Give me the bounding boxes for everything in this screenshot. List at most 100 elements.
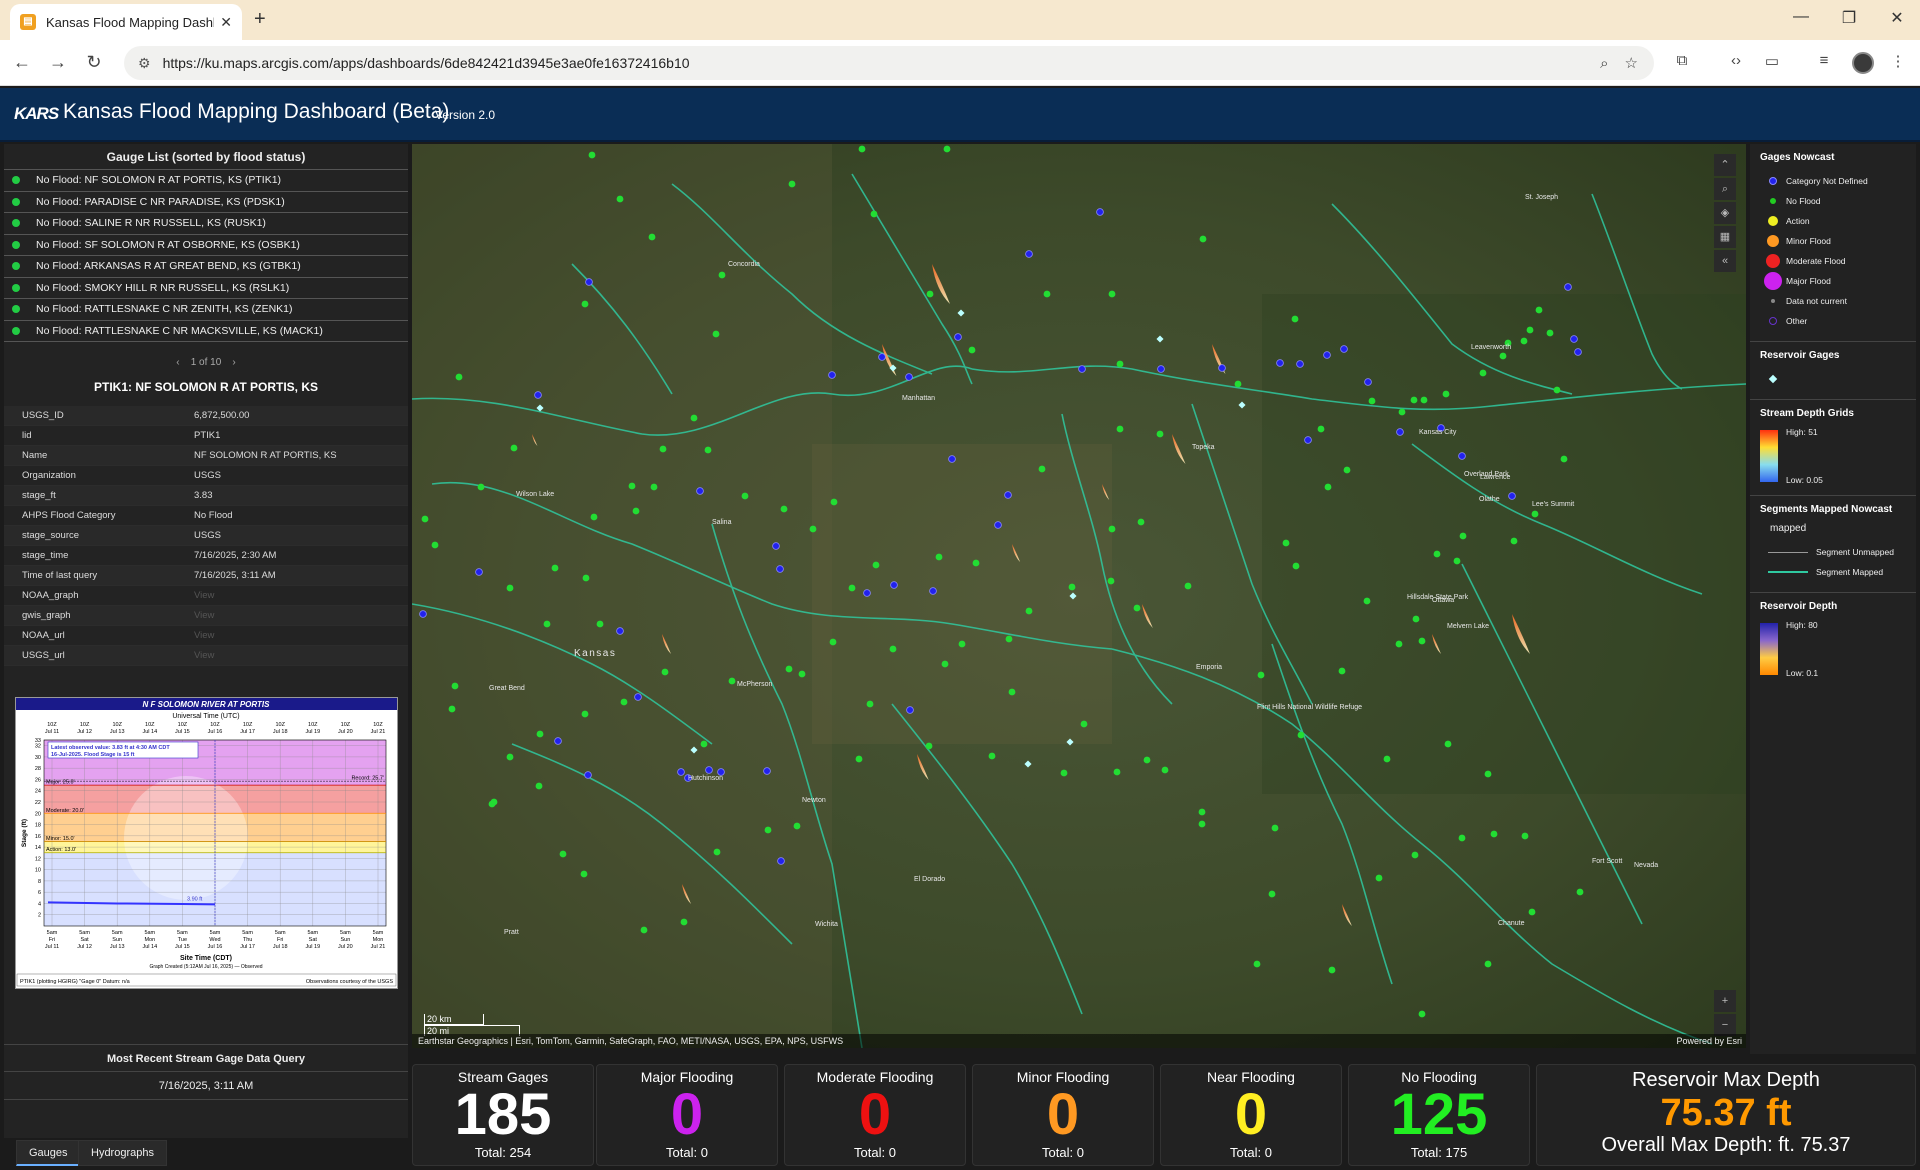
gage-no-flood[interactable] bbox=[1442, 390, 1450, 398]
gage-category-not-defined[interactable] bbox=[554, 737, 562, 745]
gage-no-flood[interactable] bbox=[1510, 537, 1518, 545]
gage-no-flood[interactable] bbox=[1107, 577, 1115, 585]
gage-no-flood[interactable] bbox=[968, 346, 976, 354]
gage-no-flood[interactable] bbox=[1343, 466, 1351, 474]
gage-no-flood[interactable] bbox=[1363, 597, 1371, 605]
gage-no-flood[interactable] bbox=[866, 700, 874, 708]
gage-no-flood[interactable] bbox=[1420, 396, 1428, 404]
gage-no-flood[interactable] bbox=[581, 710, 589, 718]
gage-category-not-defined[interactable] bbox=[616, 627, 624, 635]
expand-left-icon[interactable]: « bbox=[1714, 250, 1736, 272]
gage-no-flood[interactable] bbox=[1520, 337, 1528, 345]
browser-tab[interactable]: ▤ Kansas Flood Mapping Dashbo ✕ bbox=[10, 4, 242, 40]
gage-category-not-defined[interactable] bbox=[954, 333, 962, 341]
gage-category-not-defined[interactable] bbox=[1458, 452, 1466, 460]
gage-no-flood[interactable] bbox=[640, 926, 648, 934]
gage-category-not-defined[interactable] bbox=[1296, 360, 1304, 368]
gage-no-flood[interactable] bbox=[1292, 562, 1300, 570]
gage-no-flood[interactable] bbox=[1161, 766, 1169, 774]
gage-no-flood[interactable] bbox=[809, 525, 817, 533]
gage-no-flood[interactable] bbox=[1108, 290, 1116, 298]
gage-category-not-defined[interactable] bbox=[1574, 348, 1582, 356]
gage-no-flood[interactable] bbox=[690, 414, 698, 422]
gage-no-flood[interactable] bbox=[718, 271, 726, 279]
gage-no-flood[interactable] bbox=[1412, 615, 1420, 623]
tab-gauges[interactable]: Gauges bbox=[16, 1140, 81, 1166]
gage-no-flood[interactable] bbox=[551, 564, 559, 572]
gage-no-flood[interactable] bbox=[1526, 326, 1534, 334]
gage-category-not-defined[interactable] bbox=[1304, 436, 1312, 444]
reload-icon[interactable]: ↻ bbox=[82, 50, 106, 74]
gage-category-not-defined[interactable] bbox=[1340, 345, 1348, 353]
gage-no-flood[interactable] bbox=[580, 870, 588, 878]
gage-no-flood[interactable] bbox=[1410, 396, 1418, 404]
gage-no-flood[interactable] bbox=[1398, 408, 1406, 416]
gage-no-flood[interactable] bbox=[1282, 539, 1290, 547]
gage-no-flood[interactable] bbox=[1271, 824, 1279, 832]
gage-no-flood[interactable] bbox=[1108, 525, 1116, 533]
gage-no-flood[interactable] bbox=[1268, 890, 1276, 898]
gage-no-flood[interactable] bbox=[1184, 582, 1192, 590]
gage-no-flood[interactable] bbox=[829, 638, 837, 646]
map-search-icon[interactable]: ⌕ bbox=[1714, 178, 1736, 200]
site-settings-icon[interactable]: ⚙ bbox=[138, 55, 151, 72]
view-link[interactable]: View bbox=[194, 610, 408, 621]
menu-icon[interactable]: ⋮ bbox=[1886, 52, 1910, 70]
gage-no-flood[interactable] bbox=[700, 740, 708, 748]
gage-category-not-defined[interactable] bbox=[705, 766, 713, 774]
gage-no-flood[interactable] bbox=[1444, 740, 1452, 748]
gage-no-flood[interactable] bbox=[506, 584, 514, 592]
gauge-list-item[interactable]: No Flood: RATTLESNAKE C NR MACKSVILLE, K… bbox=[4, 321, 408, 342]
gage-no-flood[interactable] bbox=[788, 180, 796, 188]
gage-category-not-defined[interactable] bbox=[890, 581, 898, 589]
gage-no-flood[interactable] bbox=[798, 670, 806, 678]
gage-no-flood[interactable] bbox=[1433, 550, 1441, 558]
map-view[interactable]: Concordia Manhattan Topeka Kansas City Lawre… bbox=[412, 144, 1746, 1048]
gage-category-not-defined[interactable] bbox=[1218, 364, 1226, 372]
gage-no-flood[interactable] bbox=[506, 753, 514, 761]
gage-category-not-defined[interactable] bbox=[475, 568, 483, 576]
gage-no-flood[interactable] bbox=[785, 665, 793, 673]
map-canvas[interactable]: ConcordiaManhattanTopekaKansas CityLawre… bbox=[412, 144, 1746, 1048]
gage-category-not-defined[interactable] bbox=[828, 371, 836, 379]
gage-no-flood[interactable] bbox=[510, 444, 518, 452]
close-tab-icon[interactable]: ✕ bbox=[220, 14, 232, 31]
gage-no-flood[interactable] bbox=[1546, 329, 1554, 337]
gage-no-flood[interactable] bbox=[455, 373, 463, 381]
gage-category-not-defined[interactable] bbox=[1157, 365, 1165, 373]
gage-no-flood[interactable] bbox=[1324, 483, 1332, 491]
restore-icon[interactable]: ❐ bbox=[1834, 8, 1864, 28]
gage-no-flood[interactable] bbox=[741, 492, 749, 500]
address-bar[interactable]: ⚙ https://ku.maps.arcgis.com/apps/dashbo… bbox=[124, 46, 1654, 80]
gage-no-flood[interactable] bbox=[704, 446, 712, 454]
gage-category-not-defined[interactable] bbox=[1096, 208, 1104, 216]
gage-category-not-defined[interactable] bbox=[419, 610, 427, 618]
gage-no-flood[interactable] bbox=[1395, 640, 1403, 648]
gage-no-flood[interactable] bbox=[1535, 306, 1543, 314]
gage-no-flood[interactable] bbox=[858, 145, 866, 153]
gage-category-not-defined[interactable] bbox=[677, 768, 685, 776]
gage-no-flood[interactable] bbox=[490, 798, 498, 806]
gage-no-flood[interactable] bbox=[925, 742, 933, 750]
gage-no-flood[interactable] bbox=[1458, 834, 1466, 842]
gage-no-flood[interactable] bbox=[1531, 510, 1539, 518]
back-icon[interactable]: ← bbox=[10, 50, 34, 74]
gage-no-flood[interactable] bbox=[872, 561, 880, 569]
gage-no-flood[interactable] bbox=[1411, 851, 1419, 859]
media-icon[interactable]: ≡ bbox=[1812, 52, 1836, 69]
new-tab-button[interactable]: + bbox=[254, 8, 266, 31]
gage-no-flood[interactable] bbox=[1328, 966, 1336, 974]
gage-no-flood[interactable] bbox=[855, 755, 863, 763]
layers-icon[interactable]: ◈ bbox=[1714, 202, 1736, 224]
gage-no-flood[interactable] bbox=[1068, 583, 1076, 591]
gage-no-flood[interactable] bbox=[780, 505, 788, 513]
gage-no-flood[interactable] bbox=[1418, 1010, 1426, 1018]
gage-no-flood[interactable] bbox=[588, 151, 596, 159]
gage-category-not-defined[interactable] bbox=[905, 373, 913, 381]
close-window-icon[interactable]: ✕ bbox=[1882, 8, 1912, 28]
gage-no-flood[interactable] bbox=[590, 513, 598, 521]
gage-no-flood[interactable] bbox=[712, 330, 720, 338]
gage-category-not-defined[interactable] bbox=[763, 767, 771, 775]
gauge-list-item[interactable]: No Flood: SMOKY HILL R NR RUSSELL, KS (R… bbox=[4, 278, 408, 299]
gage-no-flood[interactable] bbox=[793, 822, 801, 830]
